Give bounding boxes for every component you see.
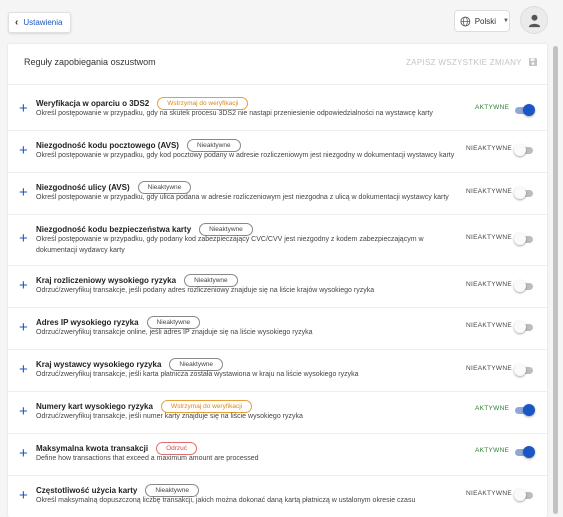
person-icon <box>528 14 540 27</box>
scrollbar-thumb[interactable] <box>553 46 558 514</box>
globe-icon <box>460 16 471 26</box>
rule-row-card-usage-frequency: + Częstotliwość użycia karty Nieaktywne Okr… <box>8 475 547 517</box>
rule-row-high-risk-billing-country: + Kraj rozliczeniowy wysokiego ryzyka Niea… <box>8 265 547 307</box>
language-value: Polski <box>474 16 497 26</box>
expand-rule-icon[interactable]: + <box>19 488 28 503</box>
rule-status-label: AKTYWNE <box>475 447 510 454</box>
rule-toggle-switch[interactable] <box>514 364 533 376</box>
rule-title: Kraj rozliczeniowy wysokiego ryzyka <box>36 276 177 286</box>
expand-rule-icon[interactable]: + <box>19 404 28 419</box>
rule-status-label: NIEAKTYWNE <box>466 365 512 372</box>
rule-toggle-switch[interactable] <box>514 187 533 199</box>
save-all-label: ZAPISZ WSZYSTKIE ZMIANY <box>406 57 522 67</box>
top-bar: ‹ Ustawienia Polski ▼ <box>0 0 563 44</box>
expand-rule-icon[interactable]: + <box>19 143 28 158</box>
rule-toggle-switch[interactable] <box>514 321 533 333</box>
rule-row-avs-postcode: + Niezgodność kodu pocztowego (AVS) Nieakt… <box>8 130 547 172</box>
rule-description: Odrzuć/zweryfikuj transakcje online, jeś… <box>36 329 313 336</box>
toggle-knob <box>514 364 526 376</box>
fraud-rules-card: Reguły zapobiegania oszustwom ZAPISZ WSZ… <box>8 44 547 517</box>
expand-rule-icon[interactable]: + <box>19 446 28 461</box>
rule-status-label: AKTYWNE <box>475 104 510 111</box>
rule-title: Maksymalna kwota transakcji <box>36 444 149 454</box>
rule-status-label: NIEAKTYWNE <box>466 322 512 329</box>
rule-title: Niezgodność kodu bezpieczeństwa karty <box>36 225 192 235</box>
rule-toggle-switch[interactable] <box>514 489 533 501</box>
toggle-knob <box>514 489 526 501</box>
expand-rule-icon[interactable]: + <box>19 185 28 200</box>
save-all-button[interactable]: ZAPISZ WSZYSTKIE ZMIANY <box>406 57 538 67</box>
rule-row-high-risk-ip: + Adres IP wysokiego ryzyka Nieaktywne Odrz… <box>8 307 547 349</box>
back-button-label: Ustawienia <box>23 18 63 27</box>
toggle-knob <box>523 104 535 116</box>
toggle-knob <box>523 446 535 458</box>
expand-rule-icon[interactable]: + <box>19 362 28 377</box>
rule-description: Odrzuć/zweryfikuj transakcje, jeśli poda… <box>36 287 375 294</box>
rule-status-label: NIEAKTYWNE <box>466 188 512 195</box>
rule-row-avs-street: + Niezgodność ulicy (AVS) Nieaktywne Określ… <box>8 172 547 214</box>
rule-description: Określ postępowanie w przypadku, gdy na … <box>36 110 433 117</box>
rule-row-high-risk-card-numbers: + Numery kart wysokiego ryzyka Wstrzymaj d… <box>8 391 547 433</box>
toggle-knob <box>514 144 526 156</box>
rule-title: Częstotliwość użycia karty <box>36 486 138 496</box>
chevron-left-icon: ‹ <box>15 16 19 28</box>
toggle-knob <box>514 280 526 292</box>
rule-row-3ds2: + Weryfikacja w oparciu o 3DS2 Wstrzymaj d… <box>8 84 547 130</box>
rule-description: Określ postępowanie w przypadku, gdy uli… <box>36 194 449 201</box>
rule-row-max-transaction-amount: + Maksymalna kwota transakcji Odrzuć Define… <box>8 433 547 475</box>
expand-rule-icon[interactable]: + <box>19 278 28 293</box>
rule-description: Określ maksymalną dopuszczoną liczbę tra… <box>36 497 416 504</box>
language-select[interactable]: Polski ▼ <box>454 10 510 32</box>
save-icon <box>528 58 537 66</box>
rule-title: Niezgodność kodu pocztowego (AVS) <box>36 141 179 151</box>
rule-toggle-switch[interactable] <box>515 104 535 116</box>
toggle-knob <box>514 233 526 245</box>
rule-status-label: AKTYWNE <box>475 405 510 412</box>
expand-rule-icon[interactable]: + <box>19 320 28 335</box>
rule-description: Określ postępowanie w przypadku, gdy pod… <box>36 236 424 254</box>
rule-toggle-switch[interactable] <box>514 233 533 245</box>
rule-title: Kraj wystawcy wysokiego ryzyka <box>36 360 162 370</box>
rule-description: Odrzuć/zweryfikuj transakcje, jeśli nume… <box>36 413 303 420</box>
expand-rule-icon[interactable]: + <box>19 101 28 116</box>
page-title: Reguły zapobiegania oszustwom <box>24 57 156 67</box>
rule-toggle-switch[interactable] <box>514 144 533 156</box>
rule-title: Niezgodność ulicy (AVS) <box>36 183 130 193</box>
expand-rule-icon[interactable]: + <box>19 231 28 246</box>
rule-title: Adres IP wysokiego ryzyka <box>36 318 139 328</box>
caret-down-icon: ▼ <box>503 18 509 24</box>
rule-title: Numery kart wysokiego ryzyka <box>36 402 153 412</box>
rule-status-label: NIEAKTYWNE <box>466 234 512 241</box>
toggle-knob <box>514 321 526 333</box>
account-avatar-button[interactable] <box>520 6 548 34</box>
toggle-knob <box>523 404 535 416</box>
toggle-knob <box>514 187 526 199</box>
rule-description: Odrzuć/zweryfikuj transakcje, jeśli kart… <box>36 371 359 378</box>
rule-row-cvc: + Niezgodność kodu bezpieczeństwa karty Ni… <box>8 214 547 265</box>
rule-row-high-risk-issuer-country: + Kraj wystawcy wysokiego ryzyka Nieaktywn… <box>8 349 547 391</box>
rule-toggle-switch[interactable] <box>514 280 533 292</box>
rule-title: Weryfikacja w oparciu o 3DS2 <box>36 99 150 109</box>
rule-description: Określ postępowanie w przypadku, gdy kod… <box>36 152 455 159</box>
rule-description: Define how transactions that exceed a ma… <box>36 455 259 462</box>
rule-toggle-switch[interactable] <box>515 404 535 416</box>
rule-status-label: NIEAKTYWNE <box>466 281 512 288</box>
rule-status-label: NIEAKTYWNE <box>466 490 512 497</box>
back-to-settings-button[interactable]: ‹ Ustawienia <box>8 12 72 33</box>
page-scrollbar[interactable] <box>553 44 558 517</box>
card-header: Reguły zapobiegania oszustwom ZAPISZ WSZ… <box>8 44 547 84</box>
rule-toggle-switch[interactable] <box>515 446 535 458</box>
rule-status-label: NIEAKTYWNE <box>466 145 512 152</box>
